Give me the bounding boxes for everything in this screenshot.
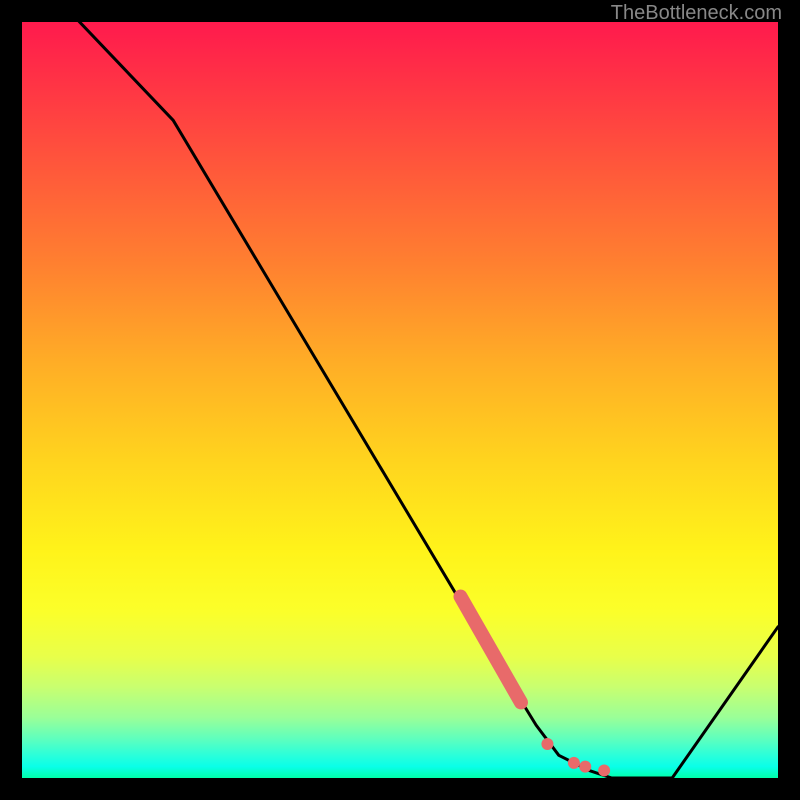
highlight-segment: [460, 597, 520, 703]
watermark-text: TheBottleneck.com: [611, 2, 782, 25]
bottleneck-curve: [22, 0, 778, 778]
highlight-dot: [568, 757, 580, 769]
highlight-dot: [541, 738, 553, 750]
highlight-dot: [598, 764, 610, 776]
chart-overlay: [22, 22, 778, 778]
highlight-dots: [541, 738, 610, 776]
highlight-dot: [579, 761, 591, 773]
